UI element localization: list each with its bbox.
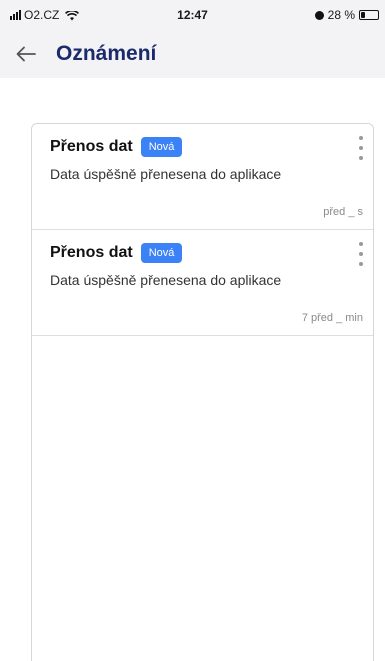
battery-icon xyxy=(359,10,379,20)
alarm-icon xyxy=(314,10,324,20)
new-badge: Nová xyxy=(140,243,183,263)
notification-text: Data úspěšně přenesena do aplikace xyxy=(50,166,282,182)
arrow-left-icon xyxy=(16,46,36,62)
notification-time: 7 před _ min xyxy=(301,312,363,324)
page-title: Oznámení xyxy=(56,42,157,65)
notification-title: Přenos dat xyxy=(50,244,133,261)
app-header: Oznámení xyxy=(0,30,385,78)
status-bar: O2.CZ 12:47 28 % xyxy=(0,0,385,30)
notification-text: Data úspěšně přenesena do aplikace xyxy=(50,272,282,288)
notification-list: Přenos dat Nová Data úspěšně přenesena d… xyxy=(31,123,374,661)
notification-title-row: Přenos dat Nová xyxy=(50,243,183,263)
notification-title-row: Přenos dat Nová xyxy=(50,137,183,157)
status-right: 28 % xyxy=(314,8,379,22)
notification-title: Přenos dat xyxy=(50,138,133,155)
notification-item[interactable]: Přenos dat Nová Data úspěšně přenesena d… xyxy=(32,230,373,336)
new-badge: Nová xyxy=(140,137,183,157)
back-button[interactable] xyxy=(8,36,44,72)
more-options-button[interactable] xyxy=(357,136,365,160)
notification-item[interactable]: Přenos dat Nová Data úspěšně přenesena d… xyxy=(32,124,373,230)
notification-time: před _ s xyxy=(323,206,363,218)
more-vertical-icon xyxy=(359,242,363,246)
battery-fill xyxy=(361,12,366,18)
more-options-button[interactable] xyxy=(357,242,365,266)
more-vertical-icon xyxy=(359,136,363,140)
battery-percent: 28 % xyxy=(327,8,355,22)
